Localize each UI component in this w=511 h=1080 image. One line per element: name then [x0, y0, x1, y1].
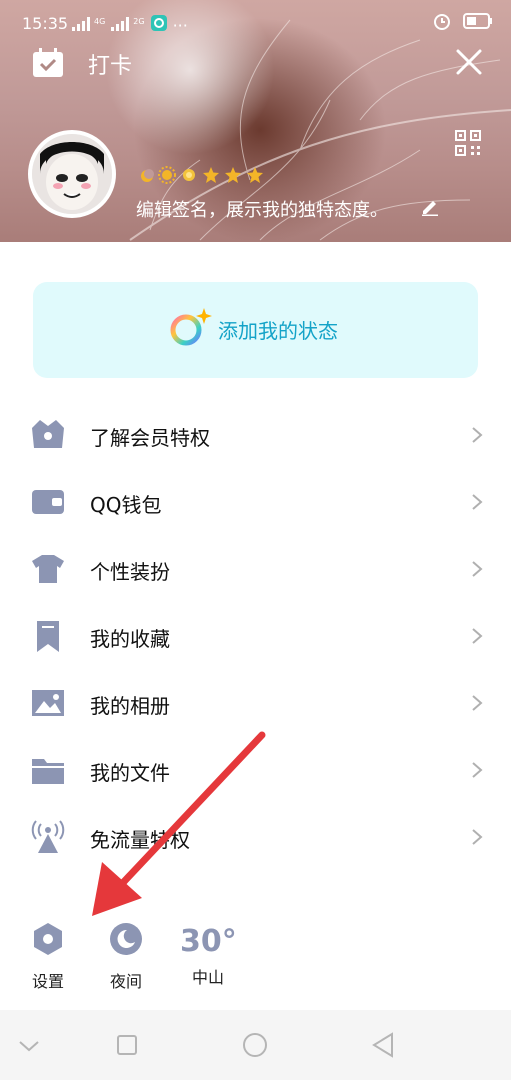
signature-text[interactable]: 编辑签名，展示我的独特态度。 [136, 196, 388, 222]
square-icon [117, 1035, 137, 1055]
signal-tower-icon [30, 820, 66, 854]
menu-item-vip-privileges[interactable]: 了解会员特权 [0, 402, 511, 469]
nav-collapse-button[interactable] [14, 1030, 44, 1060]
menu-item-free-data[interactable]: 免流量特权 [0, 804, 511, 871]
chevron-right-icon [471, 627, 483, 645]
moon-icon [110, 923, 142, 955]
status-ring-icon [170, 308, 212, 346]
wallet-icon [30, 485, 66, 519]
night-mode-label: 夜间 [109, 972, 142, 991]
crown-basket-icon [30, 418, 66, 452]
star-badge-icon [246, 166, 264, 188]
signal-icon [72, 16, 92, 35]
qr-code-button[interactable] [455, 130, 481, 156]
bookmark-icon [30, 619, 66, 653]
settings-button[interactable]: 设置 [28, 922, 68, 992]
folder-icon [30, 753, 66, 787]
sun-badge-icon [158, 166, 176, 188]
status-indicators: 4G 2G ··· [72, 15, 188, 35]
chevron-right-icon [471, 761, 483, 779]
add-status-label[interactable]: 添加我的状态 [218, 315, 338, 344]
status-right [433, 12, 493, 34]
menu-item-qq-wallet[interactable]: QQ钱包 [0, 469, 511, 536]
star-badge-icon [224, 166, 242, 188]
menu-item-photo-album[interactable]: 我的相册 [0, 670, 511, 737]
checkin-calendar-icon[interactable] [32, 48, 64, 78]
nav-back-button[interactable] [368, 1030, 398, 1060]
chevron-right-icon [471, 560, 483, 578]
star-badge-icon [202, 166, 220, 188]
menu-item-label: 个性装扮 [90, 560, 170, 584]
qr-code-icon [455, 130, 481, 156]
night-mode-button[interactable]: 夜间 [106, 922, 146, 992]
status-time: 15:35 [22, 14, 69, 33]
more-notifications: ··· [172, 15, 188, 35]
circle-icon [243, 1033, 267, 1057]
weather-city: 中山 [191, 968, 224, 987]
settings-label: 设置 [31, 972, 64, 991]
app-notification-icon [150, 15, 167, 35]
menu-list: 了解会员特权 QQ钱包 个性装扮 我的收藏 我的相册 我的文件 免流量特权 [0, 402, 511, 871]
status-bar: 15:35 4G 2G ··· [0, 10, 511, 36]
tshirt-icon [30, 552, 66, 586]
network-type-label: 4G [94, 16, 106, 26]
chevron-right-icon [471, 493, 483, 511]
level-badges[interactable] [140, 166, 264, 188]
avatar-image [32, 134, 112, 214]
menu-item-label: 我的相册 [90, 694, 170, 718]
checkin-title[interactable]: 打卡 [88, 48, 132, 80]
chevron-right-icon [471, 426, 483, 444]
moon-badge-icon [140, 168, 154, 187]
chevron-right-icon [471, 694, 483, 712]
menu-item-my-files[interactable]: 我的文件 [0, 737, 511, 804]
chevron-right-icon [471, 828, 483, 846]
menu-item-favorites[interactable]: 我的收藏 [0, 603, 511, 670]
menu-item-label: QQ钱包 [90, 493, 162, 517]
menu-item-label: 免流量特权 [90, 828, 190, 852]
battery-icon [463, 13, 493, 33]
close-icon [456, 49, 482, 75]
nav-recents-button[interactable] [112, 1030, 142, 1060]
signal-icon-2 [111, 16, 131, 35]
weather-widget[interactable]: 30° 中山 [180, 922, 237, 988]
network-type-label-2: 2G [133, 16, 145, 26]
avatar[interactable] [28, 130, 116, 218]
menu-item-label: 我的收藏 [90, 627, 170, 651]
nav-home-button[interactable] [240, 1030, 270, 1060]
menu-item-personalization[interactable]: 个性装扮 [0, 536, 511, 603]
menu-item-label: 我的文件 [90, 761, 170, 785]
chevron-down-icon [19, 1041, 39, 1052]
photo-album-icon [30, 686, 66, 720]
crown-badge-icon [180, 166, 198, 188]
gear-icon [34, 923, 62, 955]
alarm-icon [433, 12, 451, 34]
back-triangle-icon [372, 1032, 393, 1058]
weather-temperature: 30° [180, 924, 237, 959]
edit-signature-icon[interactable] [420, 196, 440, 216]
menu-item-label: 了解会员特权 [90, 426, 210, 450]
system-navigation-bar [0, 1010, 511, 1080]
close-button[interactable] [455, 48, 483, 76]
